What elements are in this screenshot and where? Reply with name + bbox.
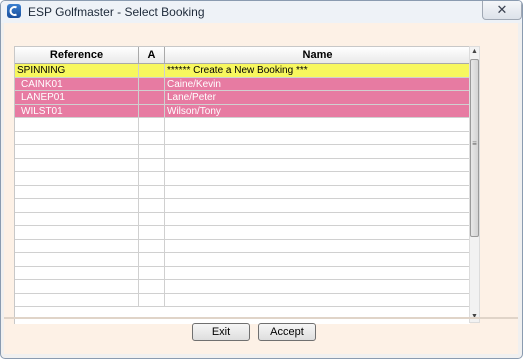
exit-button[interactable]: Exit (192, 323, 250, 341)
empty-table-row[interactable] (15, 253, 470, 267)
empty-table-row[interactable] (15, 131, 470, 145)
cell-reference: LANEP01 (15, 91, 139, 104)
empty-table-row[interactable] (15, 145, 470, 159)
empty-table-row[interactable] (15, 199, 470, 213)
empty-table-row[interactable] (15, 172, 470, 186)
cell-a (139, 145, 165, 158)
cell-a (139, 280, 165, 293)
cell-a (139, 158, 165, 172)
cell-reference (15, 158, 139, 172)
empty-table-row[interactable] (15, 158, 470, 172)
cell-reference (15, 239, 139, 253)
cell-reference (15, 172, 139, 185)
grip-icon: ≡ (472, 139, 477, 148)
cell-a (139, 226, 165, 239)
cell-a (139, 91, 165, 104)
window-title: ESP Golfmaster - Select Booking (28, 5, 205, 19)
cell-name (165, 118, 470, 131)
vertical-scrollbar[interactable]: ▲ ≡ ▼ (469, 46, 480, 323)
booking-grid: Reference A Name SPINNING ****** Create a… (14, 46, 470, 324)
cell-name (165, 145, 470, 158)
cell-reference (15, 199, 139, 212)
cell-reference (15, 145, 139, 158)
cell-name (165, 159, 470, 172)
empty-table-row[interactable] (15, 280, 470, 294)
column-header-reference[interactable]: Reference (15, 47, 139, 63)
title-bar[interactable]: ESP Golfmaster - Select Booking ✕ (1, 1, 522, 23)
cell-name (165, 226, 470, 239)
cell-reference: CAINK01 (15, 77, 139, 91)
close-button[interactable]: ✕ (482, 1, 522, 20)
empty-table-row[interactable] (15, 118, 470, 132)
cell-reference: SPINNING (15, 64, 139, 77)
column-header-a[interactable]: A (139, 47, 165, 63)
cell-name (165, 172, 470, 185)
empty-table-row[interactable] (15, 185, 470, 199)
scroll-up-arrow-icon[interactable]: ▲ (470, 47, 479, 57)
column-header-name[interactable]: Name (165, 47, 470, 63)
empty-table-row[interactable] (15, 226, 470, 240)
empty-table-row[interactable] (15, 266, 470, 280)
cell-a (139, 253, 165, 266)
cell-a (139, 199, 165, 212)
cell-a (139, 293, 165, 307)
cell-name (165, 253, 470, 266)
cell-reference: WILST01 (15, 104, 139, 118)
divider (4, 317, 518, 319)
grid-header: Reference A Name (15, 47, 470, 64)
cell-a (139, 266, 165, 280)
table-row[interactable]: CAINK01 Caine/Kevin (15, 77, 470, 91)
cell-name: Lane/Peter (167, 92, 216, 103)
cell-a (139, 239, 165, 253)
cell-name (165, 280, 470, 293)
accept-button[interactable]: Accept (258, 323, 316, 341)
cell-name (165, 199, 470, 212)
cell-name (165, 213, 470, 226)
cell-name (165, 294, 470, 307)
cell-name: Caine/Kevin (167, 78, 221, 90)
cell-name: ****** Create a New Booking *** (167, 65, 308, 76)
cell-reference (15, 212, 139, 226)
cell-reference (15, 118, 139, 131)
cell-a (139, 118, 165, 131)
cell-reference (15, 253, 139, 266)
cell-a (139, 172, 165, 185)
cell-name: Wilson/Tony (167, 105, 221, 117)
cell-a (139, 64, 165, 77)
scroll-thumb[interactable]: ≡ (470, 59, 479, 237)
empty-table-row[interactable] (15, 212, 470, 226)
cell-reference (15, 185, 139, 199)
cell-name (165, 186, 470, 199)
cell-reference (15, 226, 139, 239)
cell-name (165, 267, 470, 280)
table-row[interactable]: WILST01 Wilson/Tony (15, 104, 470, 118)
golfmaster-app-icon (7, 4, 21, 18)
empty-table-row[interactable] (15, 239, 470, 253)
cell-a (139, 212, 165, 226)
cell-reference (15, 266, 139, 280)
cell-reference (15, 131, 139, 145)
cell-a (139, 104, 165, 118)
table-row[interactable]: SPINNING ****** Create a New Booking *** (15, 64, 470, 78)
cell-a (139, 77, 165, 91)
cell-reference (15, 280, 139, 293)
cell-reference (15, 293, 139, 307)
cell-name (165, 240, 470, 253)
cell-name (165, 132, 470, 145)
empty-table-row[interactable] (15, 293, 470, 307)
cell-a (139, 131, 165, 145)
cell-a (139, 185, 165, 199)
table-row[interactable]: LANEP01 Lane/Peter (15, 91, 470, 105)
select-booking-window: ESP Golfmaster - Select Booking ✕ Refere… (0, 0, 523, 359)
close-icon: ✕ (496, 2, 508, 17)
dialog-client-area: Reference A Name SPINNING ****** Create a… (4, 23, 518, 354)
